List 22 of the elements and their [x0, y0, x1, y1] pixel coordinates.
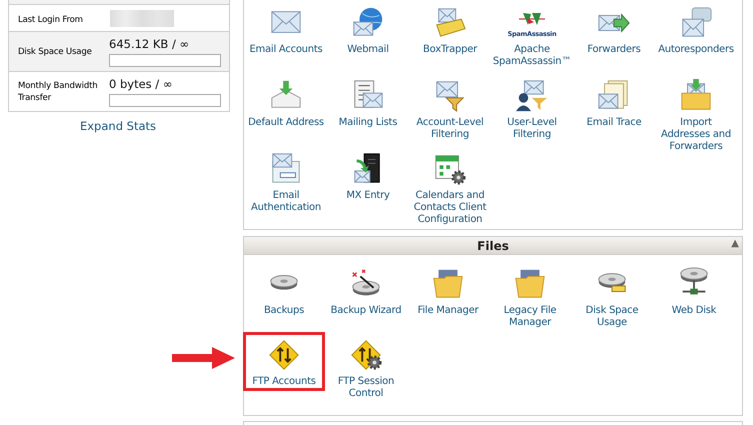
stat-label: Monthly Bandwidth Transfer: [18, 80, 98, 105]
collapse-toggle[interactable]: ▲: [731, 238, 739, 249]
redacted-block: [110, 10, 174, 27]
tool-link[interactable]: FTP Session Control: [325, 332, 407, 403]
tool-link[interactable]: Backup Wizard: [325, 261, 407, 320]
stat-label: Last Login From: [18, 14, 84, 24]
tool-link[interactable]: Legacy File Manager: [489, 261, 571, 332]
tool-link[interactable]: File Manager: [407, 261, 489, 320]
expand-stats-link[interactable]: Expand Stats: [8, 119, 228, 133]
stat-value: 645.12 KB / ∞: [109, 37, 190, 51]
tool-link[interactable]: Backups: [243, 261, 325, 320]
ftp-diamond-icon: [267, 338, 301, 372]
pointer-arrow: [172, 346, 236, 370]
tray-envelope-icon: [433, 6, 467, 40]
tool-link[interactable]: Disk Space Usage: [571, 261, 653, 332]
user-envelope-funnel-icon: [515, 79, 549, 113]
stat-label: Disk Space Usage: [18, 46, 93, 59]
tool-link[interactable]: Web Disk: [653, 261, 735, 320]
stat-value: 0 bytes / ∞: [109, 77, 174, 91]
ftp-gear-icon: [349, 338, 383, 372]
panel-title: Files: [477, 238, 509, 252]
tool-link[interactable]: FTP Accounts: [243, 332, 325, 391]
